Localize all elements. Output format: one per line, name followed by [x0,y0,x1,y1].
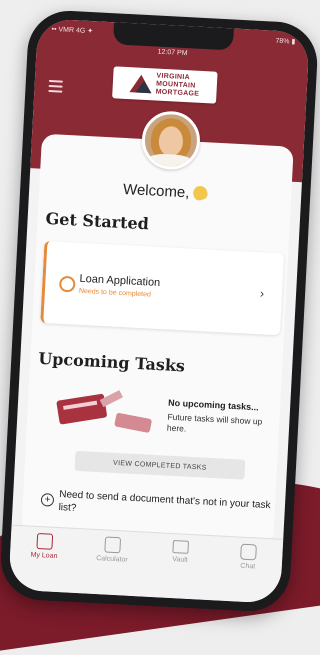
tab-vault[interactable]: Vault [150,539,211,565]
status-time: 12:07 PM [157,48,188,58]
calendar-illustration-icon [56,388,154,439]
chat-icon [240,543,257,561]
tab-chat[interactable]: Chat [218,542,279,571]
status-carrier: •• VMR 4G ✦ [51,25,94,36]
bottom-tab-bar: My Loan Calculator Vault Chat [8,524,284,604]
loan-application-title: Loan Application [79,272,161,290]
app-screen: •• VMR 4G ✦ 78% ▮ 12:07 PM VIRGINIA MOUN… [8,18,310,604]
add-circle-icon: + [40,493,55,507]
tab-my-loan[interactable]: My Loan [14,532,75,561]
mountain-logo-icon [130,74,153,93]
phone-frame: •• VMR 4G ✦ 78% ▮ 12:07 PM VIRGINIA MOUN… [0,8,320,614]
status-battery: 78% ▮ [275,37,296,46]
phone-mockup: •• VMR 4G ✦ 78% ▮ 12:07 PM VIRGINIA MOUN… [0,8,320,614]
hamburger-menu-icon[interactable] [48,77,63,96]
waving-hand-icon [191,184,210,202]
my-loan-icon [36,532,54,550]
tab-calculator[interactable]: Calculator [82,535,143,564]
vault-icon [172,540,190,554]
calculator-icon [104,536,122,554]
chevron-right-icon: › [259,286,265,301]
company-logo: VIRGINIA MOUNTAIN MORTGAGE [112,66,218,104]
loan-application-card[interactable]: Loan Application Needs to be completed › [40,240,285,336]
logo-text: VIRGINIA MOUNTAIN MORTGAGE [155,72,200,98]
document-icon [58,275,76,293]
loan-application-status: Needs to be completed [78,287,152,299]
